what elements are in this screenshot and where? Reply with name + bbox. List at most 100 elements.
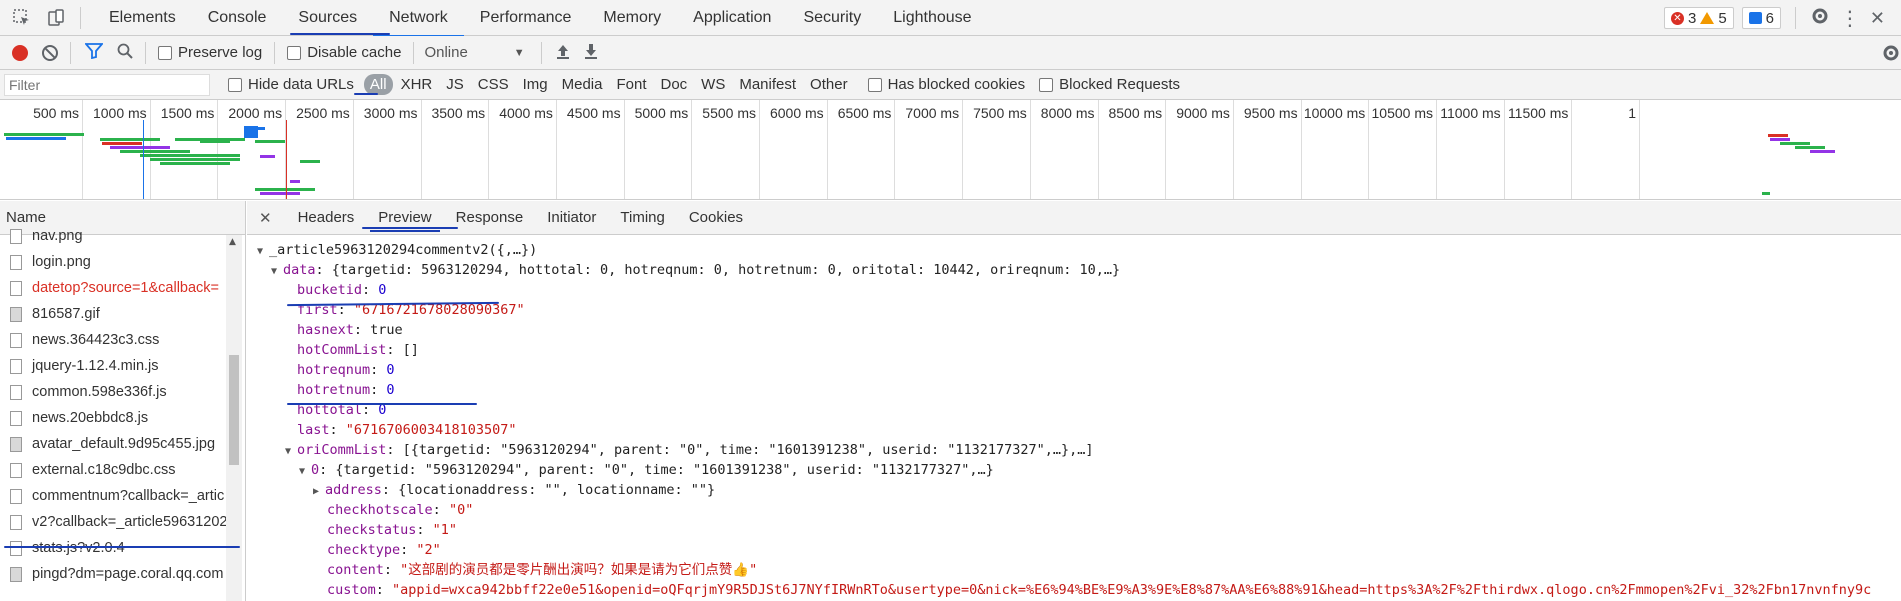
tab-performance[interactable]: Performance [464, 0, 588, 36]
timeline-tick-label: 1500 ms [160, 105, 215, 121]
type-filter-font[interactable]: Font [610, 74, 652, 95]
detail-tab-preview[interactable]: Preview [366, 201, 443, 235]
tree-field[interactable]: last: "6716706003418103507" [257, 420, 1901, 440]
network-timeline-overview[interactable]: 500 ms 1000 ms 1500 ms 2000 ms 2500 ms 3000 m… [0, 100, 1901, 200]
tree-field[interactable]: hasnext: true [257, 320, 1901, 340]
tab-memory[interactable]: Memory [587, 0, 677, 36]
type-filter-ws[interactable]: WS [695, 74, 731, 95]
tree-field[interactable]: checktype: "2" [257, 540, 1901, 560]
hide-data-urls-checkbox[interactable]: Hide data URLs [228, 76, 354, 93]
disable-cache-checkbox[interactable]: Disable cache [287, 44, 401, 61]
tree-field[interactable]: custom: "appid=wxca942bbff22e0e51&openid… [257, 580, 1901, 600]
error-warning-badge[interactable]: ✕ 3 5 [1663, 7, 1734, 29]
clear-button[interactable] [42, 44, 58, 61]
import-har-icon[interactable] [556, 43, 570, 63]
request-row[interactable]: nav.png [0, 223, 245, 249]
expanded-arrow-icon[interactable]: ▼ [299, 462, 311, 482]
tab-console[interactable]: Console [192, 0, 283, 36]
type-filter-media[interactable]: Media [556, 74, 609, 95]
waterfall-bar [4, 133, 84, 136]
request-row[interactable]: avatar_default.9d95c455.jpg [0, 431, 245, 457]
has-blocked-cookies-checkbox[interactable]: Has blocked cookies [867, 76, 1025, 93]
tree-node-oricommlist[interactable]: ▼ oriCommList: [{targetid: "5963120294", … [257, 440, 1901, 460]
expanded-arrow-icon[interactable]: ▼ [271, 262, 283, 282]
tree-field[interactable]: hottotal: 0 [257, 400, 1901, 420]
request-row[interactable]: stats.js?v2.0.4 [0, 535, 245, 561]
close-devtools-icon[interactable]: ✕ [1870, 8, 1885, 29]
detail-tab-cookies[interactable]: Cookies [677, 201, 755, 235]
tab-security[interactable]: Security [787, 0, 877, 36]
device-toolbar-icon[interactable] [44, 6, 68, 30]
filter-input[interactable] [4, 73, 210, 96]
tab-separator [80, 6, 81, 29]
request-row[interactable]: news.364423c3.css [0, 327, 245, 353]
tab-lighthouse[interactable]: Lighthouse [877, 0, 987, 36]
tree-field[interactable]: hotretnum: 0 [257, 380, 1901, 400]
tree-node-address[interactable]: ▶ address: {locationaddress: "", location… [257, 480, 1901, 500]
request-row[interactable]: external.c18c9dbc.css [0, 457, 245, 483]
scroll-up-icon[interactable]: ▲ [229, 237, 236, 247]
issue-badges[interactable]: ✕ 3 5 6 [1663, 7, 1781, 29]
type-filter-js[interactable]: JS [440, 74, 470, 95]
request-row[interactable]: pingd?dm=page.coral.qq.com [0, 561, 245, 587]
type-filter-other[interactable]: Other [804, 74, 854, 95]
checkbox-box[interactable] [228, 77, 242, 92]
request-row[interactable]: news.20ebbdc8.js [0, 405, 245, 431]
inspect-element-icon[interactable] [10, 6, 34, 30]
export-har-icon[interactable] [584, 43, 598, 63]
tree-root[interactable]: ▼ _article5963120294commentv2({,…}) [257, 240, 1901, 260]
tree-field[interactable]: checkhotscale: "0" [257, 500, 1901, 520]
tree-node-item-0[interactable]: ▼ 0: {targetid: "5963120294", parent: "0"… [257, 460, 1901, 480]
waterfall-bar [290, 180, 300, 183]
tree-field[interactable]: first: "6716721678028090367" [257, 300, 1901, 320]
filter-funnel-icon[interactable] [84, 42, 104, 63]
request-row[interactable]: 816587.gif [0, 301, 245, 327]
type-filter-css[interactable]: CSS [472, 74, 515, 95]
type-filter-manifest[interactable]: Manifest [733, 74, 802, 95]
checkbox-box[interactable] [158, 45, 172, 60]
detail-tab-headers[interactable]: Headers [286, 201, 367, 235]
tree-field[interactable]: hotreqnum: 0 [257, 360, 1901, 380]
more-options-icon[interactable]: ⋮ [1840, 8, 1860, 28]
tab-network[interactable]: Network [373, 0, 464, 37]
request-row[interactable]: datetop?source=1&callback= [0, 275, 245, 301]
detail-tab-initiator[interactable]: Initiator [535, 201, 608, 235]
checkbox-box[interactable] [1039, 77, 1054, 92]
settings-gear-icon[interactable] [1810, 6, 1830, 30]
tree-field[interactable]: hotCommList: [] [257, 340, 1901, 360]
detail-tab-response[interactable]: Response [444, 201, 536, 235]
detail-tab-timing[interactable]: Timing [608, 201, 676, 235]
tree-field[interactable]: bucketid: 0 [257, 280, 1901, 300]
preserve-log-checkbox[interactable]: Preserve log [158, 44, 262, 61]
field-value: true [370, 322, 403, 338]
tab-sources[interactable]: Sources [282, 0, 373, 36]
type-filter-all[interactable]: All [363, 74, 393, 95]
request-row[interactable]: commentnum?callback=_artic [0, 483, 245, 509]
timeline-tick-label: 6000 ms [769, 105, 824, 121]
type-filter-xhr[interactable]: XHR [395, 74, 439, 95]
request-row[interactable]: login.png [0, 249, 245, 275]
checkbox-box[interactable] [867, 77, 882, 92]
tree-node-data[interactable]: ▼ data: {targetid: 5963120294, hottotal: … [257, 260, 1901, 280]
expanded-arrow-icon[interactable]: ▼ [285, 442, 297, 462]
request-row[interactable]: common.598e336f.js [0, 379, 245, 405]
record-button[interactable] [12, 44, 28, 61]
tab-elements[interactable]: Elements [93, 0, 192, 36]
blocked-requests-checkbox[interactable]: Blocked Requests [1039, 76, 1180, 93]
info-badge[interactable]: 6 [1741, 7, 1781, 29]
request-row[interactable]: v2?callback=_article59631202 [0, 509, 245, 535]
close-detail-icon[interactable]: ✕ [259, 209, 272, 227]
network-settings-gear-icon[interactable] [1881, 43, 1901, 67]
tab-application[interactable]: Application [677, 0, 787, 36]
tree-field[interactable]: content: "这部剧的演员都是零片酬出演吗？如果是请为它们点赞👍" [257, 560, 1901, 580]
collapsed-arrow-icon[interactable]: ▶ [313, 482, 325, 502]
request-row[interactable]: jquery-1.12.4.min.js [0, 353, 245, 379]
checkbox-box[interactable] [287, 45, 302, 60]
type-filter-img[interactable]: Img [517, 74, 554, 95]
type-filter-doc[interactable]: Doc [654, 74, 693, 95]
throttling-select[interactable]: Online ▼ [424, 44, 524, 61]
search-icon[interactable] [117, 43, 133, 63]
scrollbar-thumb[interactable] [229, 355, 239, 465]
tree-field[interactable]: checkstatus: "1" [257, 520, 1901, 540]
expanded-arrow-icon[interactable]: ▼ [257, 242, 269, 262]
